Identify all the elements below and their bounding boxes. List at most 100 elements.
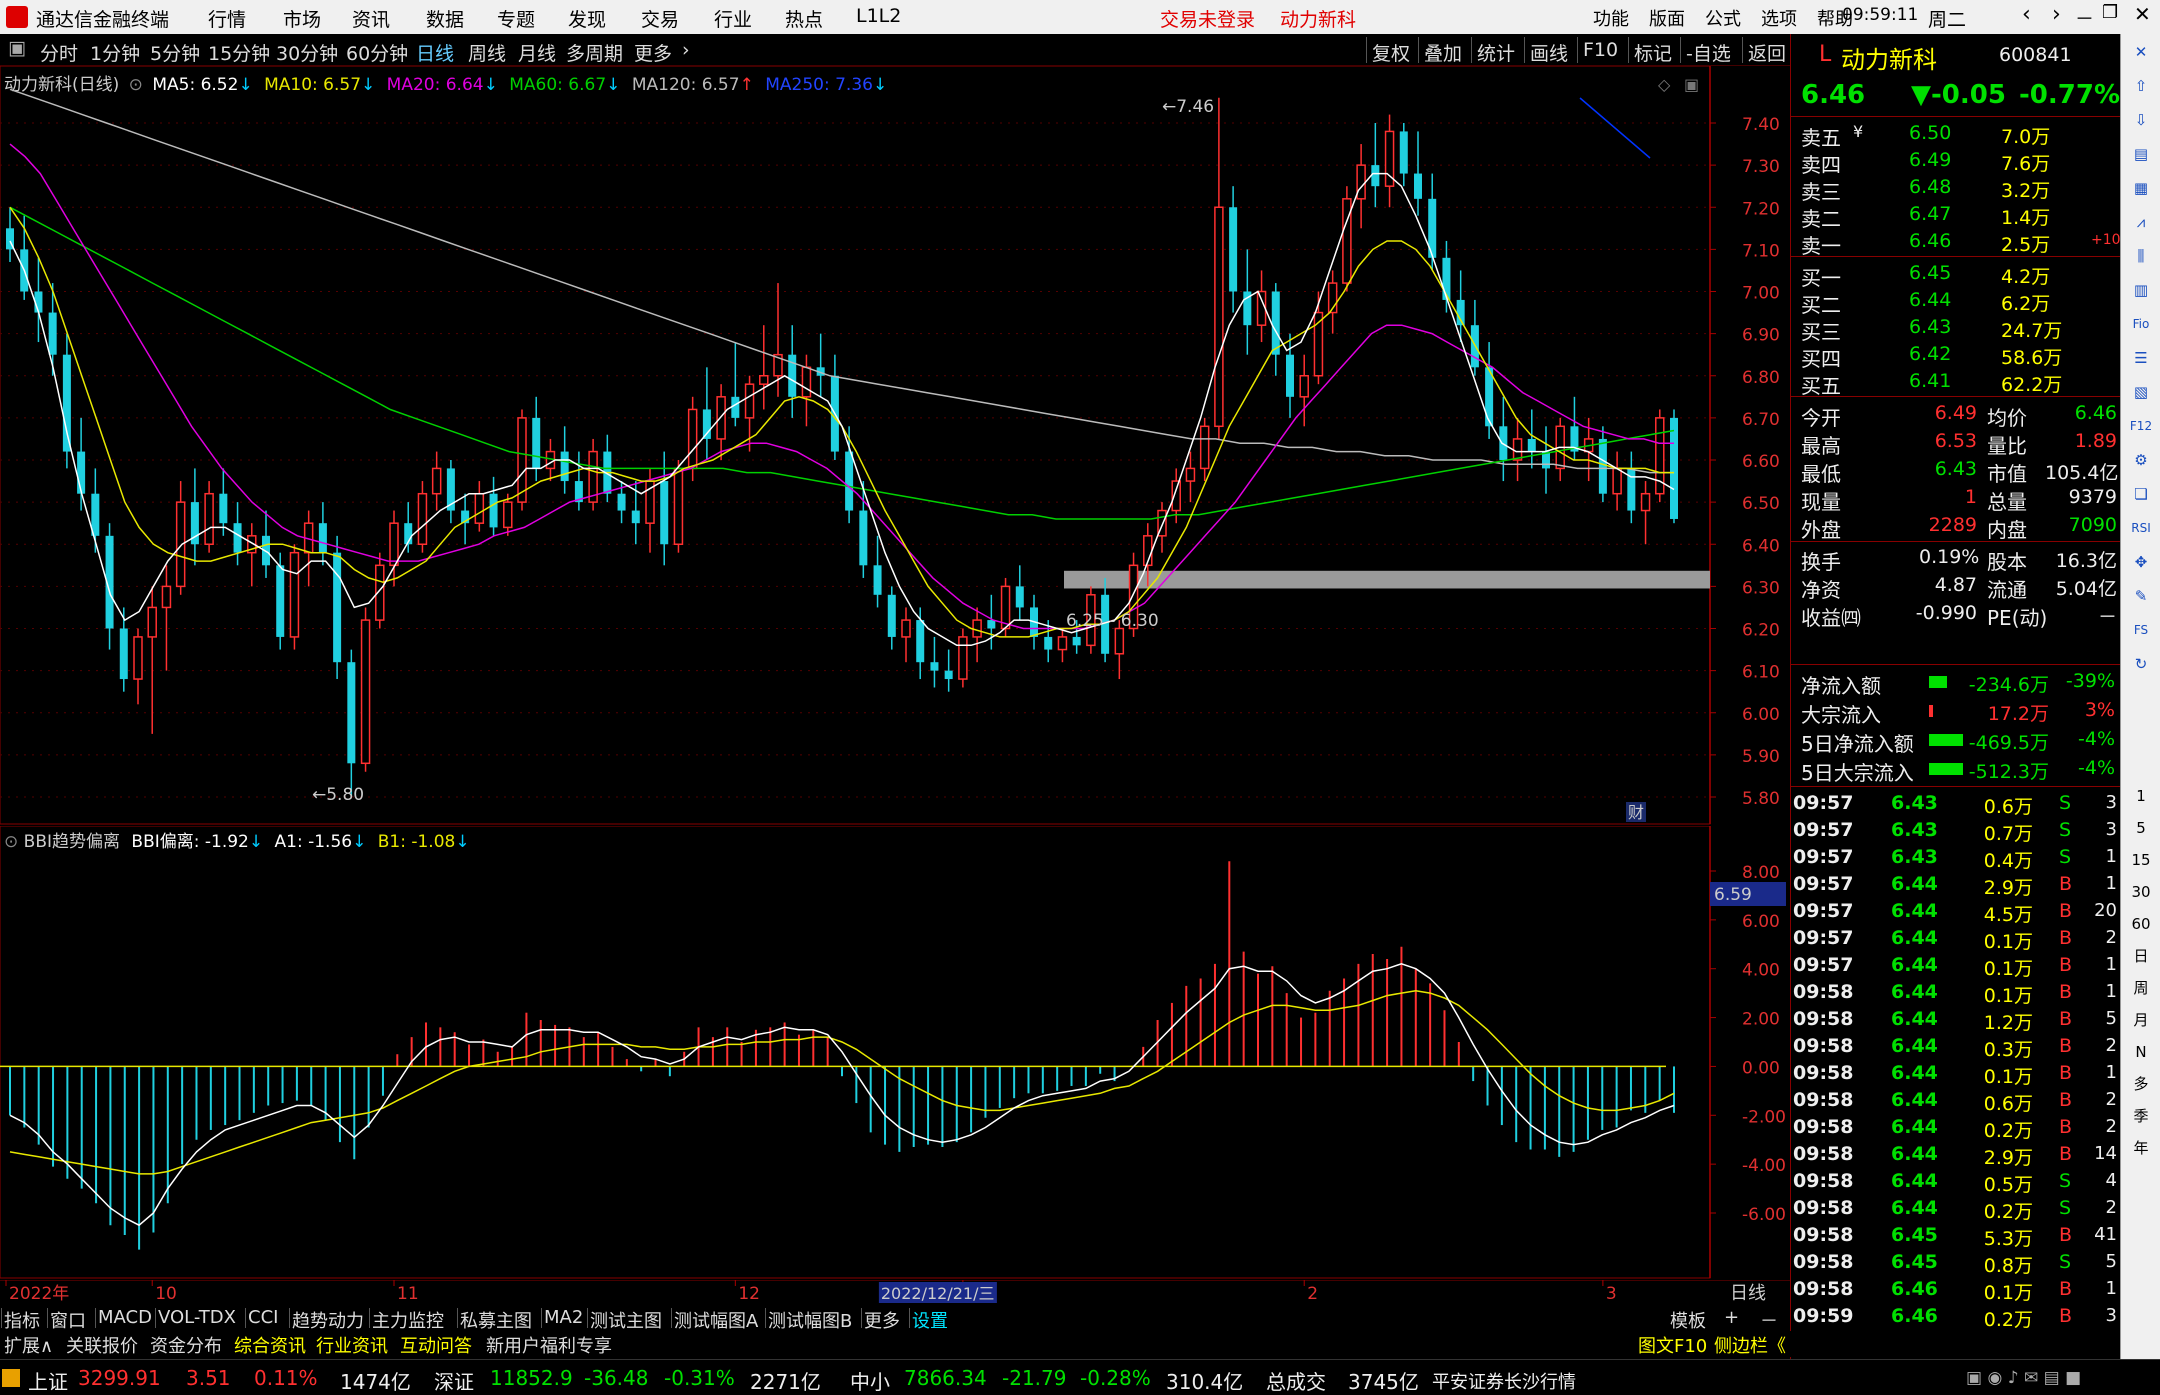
close-icon[interactable]: ✕ — [2129, 40, 2153, 64]
back-icon[interactable]: ‹ — [2022, 2, 2031, 27]
sidebar-toggle[interactable]: 侧边栏《 — [1714, 1332, 1786, 1358]
tab-period-4[interactable]: 30分钟 — [276, 39, 338, 66]
line-chart-icon[interactable]: ⩘ — [2129, 210, 2153, 234]
indicator-tab-0[interactable]: 指标 — [4, 1307, 40, 1333]
menu-right-1[interactable]: 版面 — [1649, 5, 1685, 31]
menu-7[interactable]: 行业 — [714, 5, 752, 32]
window-icon[interactable]: ▣ — [1684, 75, 1699, 94]
menu-6[interactable]: 交易 — [641, 5, 679, 32]
minimize-icon[interactable]: － — [2075, 4, 2094, 31]
sh-label[interactable]: 上证 — [28, 1366, 68, 1395]
fs-icon[interactable]: FS — [2129, 618, 2153, 642]
plus-move-icon[interactable]: ✥ — [2129, 550, 2153, 574]
menu-1[interactable]: 市场 — [283, 5, 321, 32]
info-tab-4[interactable]: 行业资讯 — [316, 1332, 388, 1358]
refresh-icon[interactable]: ↻ — [2129, 652, 2153, 676]
arrow-down-icon[interactable]: ⇩ — [2129, 108, 2153, 132]
tab-period-2[interactable]: 5分钟 — [150, 39, 200, 66]
indicator-tab-8[interactable]: MA2 — [544, 1307, 583, 1328]
bid-price[interactable]: 6.44 — [1909, 289, 1951, 311]
cycle-8[interactable]: N — [2129, 1040, 2153, 1064]
ask-price[interactable]: 6.49 — [1909, 149, 1951, 171]
menu-right-3[interactable]: 选项 — [1761, 5, 1797, 31]
tab-period-6[interactable]: 日线 — [416, 39, 454, 66]
close-icon[interactable]: ✕ — [2134, 2, 2151, 26]
tab-period-1[interactable]: 1分钟 — [90, 39, 140, 66]
ask-price[interactable]: 6.50 — [1909, 122, 1951, 144]
info-tab-5[interactable]: 互动问答 — [400, 1332, 472, 1358]
bid-price[interactable]: 6.45 — [1909, 262, 1951, 284]
settings-icon[interactable]: ⚙ — [2129, 448, 2153, 472]
cycle-6[interactable]: 周 — [2129, 976, 2153, 1000]
cycle-1[interactable]: 5 — [2129, 816, 2153, 840]
menu-right-0[interactable]: 功能 — [1593, 5, 1629, 31]
menu-2[interactable]: 资讯 — [352, 5, 390, 32]
cycle-3[interactable]: 30 — [2129, 880, 2153, 904]
f10-link[interactable]: 图文F10 — [1638, 1332, 1707, 1358]
cycle-2[interactable]: 15 — [2129, 848, 2153, 872]
login-status-link[interactable]: 交易未登录 — [1160, 5, 1255, 32]
pages-icon[interactable]: ❏ — [2129, 482, 2153, 506]
menu-8[interactable]: 热点 — [785, 5, 823, 32]
tool-6[interactable]: -自选 — [1686, 39, 1731, 66]
menu-4[interactable]: 专题 — [497, 5, 535, 32]
cycle-11[interactable]: 年 — [2129, 1136, 2153, 1160]
cycle-5[interactable]: 日 — [2129, 944, 2153, 968]
tool-0[interactable]: 复权 — [1372, 39, 1410, 66]
indicator-tab-3[interactable]: VOL-TDX — [158, 1307, 236, 1328]
menu-3[interactable]: 数据 — [426, 5, 464, 32]
candle-icon[interactable]: ⫼ — [2129, 244, 2153, 268]
chevron-right-icon[interactable]: › — [682, 39, 690, 61]
bbi-chart[interactable]: 8.00 6.00 4.00 2.00 0.00 -2.00 -4.00 -6.00 6.59 — [0, 826, 1790, 1280]
indicator-tab-5[interactable]: 趋势动力 — [292, 1307, 364, 1333]
book-icon[interactable]: ▤ — [2129, 142, 2153, 166]
bid-price[interactable]: 6.42 — [1909, 343, 1951, 365]
tool-7[interactable]: 返回 — [1748, 39, 1786, 66]
tab-period-10[interactable]: 更多 — [634, 39, 672, 66]
ask-price[interactable]: 6.48 — [1909, 176, 1951, 198]
template-btn-1[interactable]: + — [1724, 1307, 1739, 1328]
collapse-icon[interactable]: ▣ — [8, 37, 26, 59]
indicator-tab-9[interactable]: 测试主图 — [590, 1307, 662, 1333]
list-icon[interactable]: ☰ — [2129, 346, 2153, 370]
rsi-icon[interactable]: RSI — [2129, 516, 2153, 540]
cycle-7[interactable]: 月 — [2129, 1008, 2153, 1032]
menu-9[interactable]: L1L2 — [856, 5, 901, 27]
bid-price[interactable]: 6.41 — [1909, 370, 1951, 392]
cycle-10[interactable]: 季 — [2129, 1104, 2153, 1128]
tool-2[interactable]: 统计 — [1477, 39, 1515, 66]
sz-label[interactable]: 深证 — [434, 1366, 474, 1395]
indicator-tab-10[interactable]: 测试幅图A — [674, 1307, 758, 1333]
ask-price[interactable]: 6.46 — [1909, 230, 1951, 252]
pencil-icon[interactable]: ✎ — [2129, 584, 2153, 608]
info-tab-0[interactable]: 扩展∧ — [4, 1332, 53, 1358]
candlestick-chart[interactable]: 7.40 7.30 7.20 7.10 7.00 6.90 6.80 6.70 6.60 6.50… — [0, 66, 1790, 826]
indicator-tab-2[interactable]: MACD — [98, 1307, 152, 1328]
indicator-tab-11[interactable]: 测试幅图B — [768, 1307, 852, 1333]
indicator-tab-6[interactable]: 主力监控 — [372, 1307, 444, 1333]
ask-price[interactable]: 6.47 — [1909, 203, 1951, 225]
tool-1[interactable]: 叠加 — [1424, 39, 1462, 66]
tab-period-0[interactable]: 分时 — [40, 39, 78, 66]
indicator-tab-7[interactable]: 私募主图 — [460, 1307, 532, 1333]
indicator-tab-12[interactable]: 更多 — [864, 1307, 900, 1333]
status-menu-icon[interactable] — [2, 1369, 20, 1387]
f10-icon[interactable]: Fio — [2129, 312, 2153, 336]
cycle-0[interactable]: 1 — [2129, 784, 2153, 808]
grid-icon[interactable]: ▦ — [2129, 176, 2153, 200]
template-btn-0[interactable]: 模板 — [1670, 1307, 1706, 1333]
tool-4[interactable]: F10 — [1583, 39, 1618, 61]
info-tab-6[interactable]: 新用户福利专享 — [486, 1332, 612, 1358]
table-icon[interactable]: ▥ — [2129, 278, 2153, 302]
bid-price[interactable]: 6.43 — [1909, 316, 1951, 338]
diamond-icon[interactable]: ◇ — [1658, 75, 1671, 94]
menu-0[interactable]: 行情 — [208, 5, 246, 32]
tab-period-7[interactable]: 周线 — [468, 39, 506, 66]
tab-period-5[interactable]: 60分钟 — [346, 39, 408, 66]
template-btn-2[interactable]: － — [1760, 1307, 1778, 1333]
menu-right-2[interactable]: 公式 — [1705, 5, 1741, 31]
indicator-tab-1[interactable]: 窗口 — [50, 1307, 86, 1333]
status-icons[interactable]: ▣ ◉ ♪ ✉ ▤ ■ — [1966, 1368, 2081, 1388]
tool-5[interactable]: 标记 — [1634, 39, 1672, 66]
cycle-9[interactable]: 多 — [2129, 1072, 2153, 1096]
